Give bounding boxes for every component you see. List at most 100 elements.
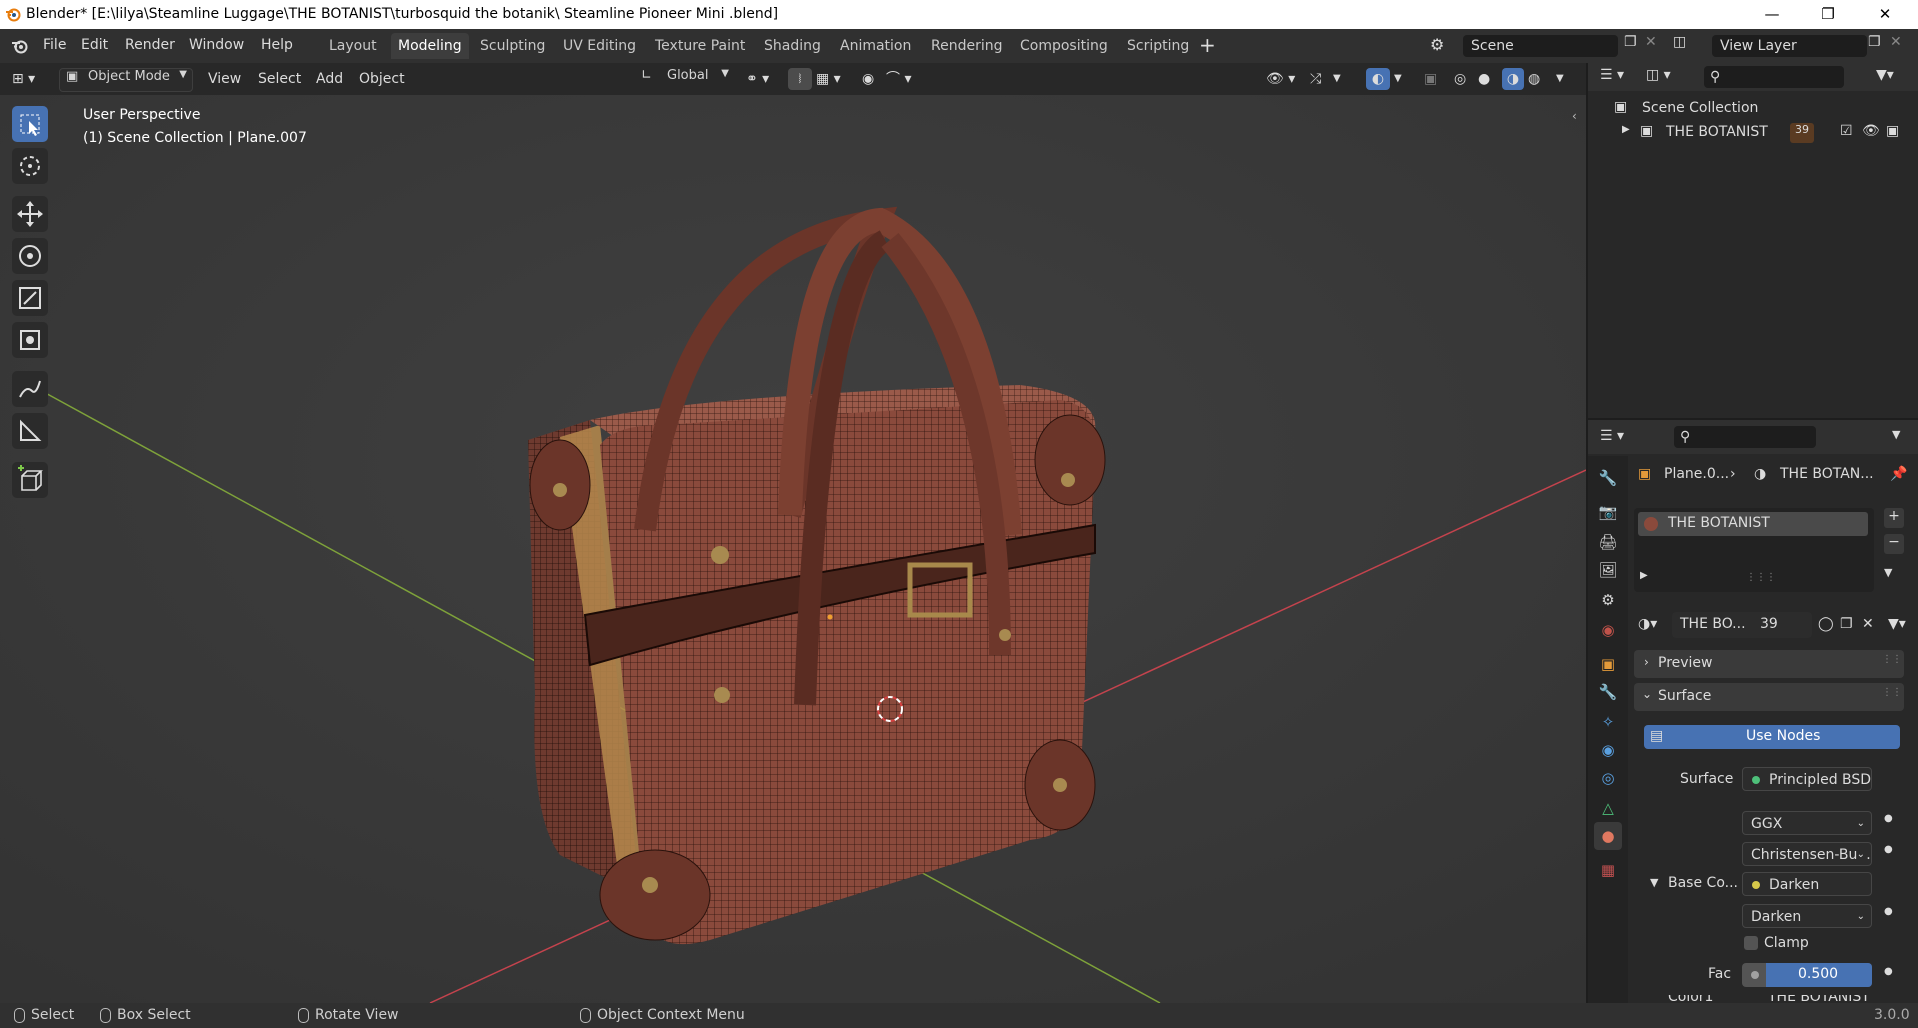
surface-panel-header[interactable]: ⌄ Surface ⋮⋮ [1634,683,1904,711]
mesh-count-badge[interactable]: 39 [1790,123,1814,143]
surface-shader-field[interactable]: Principled BSDF [1742,767,1872,791]
input-socket-icon[interactable]: ● [1884,966,1893,977]
falloff-icon[interactable]: ⌒ ▾ [886,68,911,90]
material-slot-item[interactable]: THE BOTANIST [1638,512,1868,536]
3d-viewport[interactable]: User Perspective (1) Scene Collection | … [0,95,1586,1003]
restore-icon[interactable]: ❐ [1805,0,1851,29]
rendered-shading-icon[interactable]: ◍ [1528,68,1540,90]
menu-add[interactable]: Add [316,68,343,90]
material-browse-icon[interactable]: ◑▾ [1638,616,1657,632]
drag-handle-icon[interactable]: ⋮⋮ [1882,654,1902,665]
subsurface-method-dropdown[interactable]: Christensen-Bu... ⌄ [1742,842,1872,866]
drag-handle-icon[interactable]: ⋮⋮ [1882,687,1902,698]
move-tool[interactable] [12,196,48,232]
menu-render[interactable]: Render [125,37,175,53]
render-tab-icon[interactable]: 📷 [1594,498,1622,526]
tab-uv-editing[interactable]: UV Editing [556,33,643,59]
proportional-edit-icon[interactable]: ◉ [862,68,874,90]
menu-object[interactable]: Object [359,68,405,90]
view-layer-icon[interactable]: ◫ [1673,34,1686,50]
scene-selector[interactable]: Scene [1463,35,1618,57]
blend-mode-dropdown[interactable]: Darken ⌄ [1742,904,1872,928]
outliner-editor-type-icon[interactable]: ☰ ▾ [1600,67,1624,83]
add-cube-tool[interactable] [12,462,48,498]
collapse-arrow-icon[interactable]: ▼ [1650,876,1658,889]
gizmo-icon[interactable]: ⤮ [1310,68,1321,90]
menu-help[interactable]: Help [261,37,293,53]
use-nodes-button[interactable]: ▤ Use Nodes [1644,725,1900,749]
resize-handle-icon[interactable]: ⋮⋮⋮ [1746,572,1776,583]
solid-shading-icon[interactable]: ● [1478,68,1490,90]
world-tab-icon[interactable]: ◉ [1594,616,1622,644]
input-socket-icon[interactable]: ● [1884,906,1893,917]
chevron-down-icon[interactable]: ▼ [1556,68,1564,90]
outliner-scene-collection[interactable]: Scene Collection [1642,100,1758,116]
breadcrumb-material[interactable]: THE BOTAN... [1780,466,1874,482]
delete-scene-icon[interactable]: ✕ [1645,34,1657,50]
input-socket-icon[interactable]: ● [1884,844,1893,855]
object-tab-icon[interactable]: ▣ [1594,650,1622,678]
mode-selector[interactable]: ▣ Object Mode ▼ [59,68,193,92]
constraints-tab-icon[interactable]: ◎ [1594,764,1622,792]
output-tab-icon[interactable]: 🖨 [1594,528,1622,556]
view-layer-selector[interactable]: View Layer [1712,35,1867,57]
tab-modeling[interactable]: Modeling [391,33,469,59]
close-icon[interactable]: ✕ [1862,0,1908,29]
material-tab-icon[interactable]: ● [1594,822,1622,850]
fac-slider[interactable]: 0.500 [1742,963,1872,987]
tab-texture-paint[interactable]: Texture Paint [648,33,752,59]
outliner-search-input[interactable]: ⚲ [1704,66,1844,88]
fake-user-icon[interactable]: ◯ [1818,616,1834,632]
tab-layout[interactable]: Layout [322,33,384,59]
rotate-tool[interactable] [12,238,48,274]
annotate-tool[interactable] [12,371,48,407]
properties-search-input[interactable]: ⚲ [1674,426,1816,448]
menu-view[interactable]: View [208,68,241,90]
blender-menu-icon[interactable] [11,38,29,54]
eye-icon[interactable]: 👁 [1862,123,1880,139]
cursor-tool[interactable] [12,148,48,184]
expand-arrow-icon[interactable]: ▶ [1622,124,1630,135]
add-slot-icon[interactable]: + [1884,508,1904,528]
base-color-input[interactable]: Darken [1742,872,1872,896]
breadcrumb-object[interactable]: Plane.0... [1664,466,1729,482]
tab-rendering[interactable]: Rendering [924,33,1010,59]
properties-editor-type-icon[interactable]: ☰ ▾ [1600,428,1624,444]
exclude-checkbox-icon[interactable]: ☑ [1840,123,1853,139]
new-view-layer-icon[interactable]: ❐ [1868,34,1881,50]
preview-panel-header[interactable]: › Preview ⋮⋮ [1634,650,1904,678]
visibility-icon[interactable]: 👁 ▾ [1266,68,1295,90]
tab-sculpting[interactable]: Sculpting [473,33,552,59]
menu-edit[interactable]: Edit [81,37,108,53]
material-shading-icon[interactable]: ◑ [1502,68,1524,90]
physics-tab-icon[interactable]: ◉ [1594,736,1622,764]
filter-icon[interactable]: ▼▾ [1876,67,1894,83]
expand-arrow-icon[interactable]: ▶ [1640,570,1648,581]
transform-tool[interactable] [12,322,48,358]
display-mode-icon[interactable]: ◫ ▾ [1646,67,1671,83]
minimize-icon[interactable]: — [1749,0,1795,29]
tab-compositing[interactable]: Compositing [1013,33,1115,59]
tab-scripting[interactable]: Scripting [1120,33,1196,59]
chevron-down-icon[interactable]: ▼ [1333,68,1341,90]
wireframe-shading-icon[interactable]: ◎ [1454,68,1466,90]
select-box-tool[interactable] [12,106,48,142]
chevron-down-icon[interactable]: ▼ [1394,68,1402,90]
sidebar-toggle-icon[interactable]: ‹ [1572,109,1577,123]
tab-shading[interactable]: Shading [757,33,828,59]
distribution-dropdown[interactable]: GGX ⌄ [1742,811,1872,835]
scene-tab-icon[interactable]: ⚙ [1594,586,1622,614]
remove-slot-icon[interactable]: − [1884,534,1904,554]
snap-icon[interactable]: ⧘ [788,68,812,90]
xray-icon[interactable]: ▣ [1424,68,1437,90]
overlays-icon[interactable]: ◐ [1366,68,1390,90]
measure-tool[interactable] [12,413,48,449]
chevron-down-icon[interactable]: ▼ [1884,566,1892,579]
duplicate-material-icon[interactable]: ❐ [1840,616,1853,632]
pin-icon[interactable]: 📌 [1890,466,1907,482]
menu-file[interactable]: File [43,37,66,53]
transform-orientation[interactable]: ∟ Global ▼ [637,68,733,90]
material-name-field[interactable]: THE BO... 39 [1672,612,1812,638]
tool-tab-icon[interactable]: 🔧 [1594,464,1622,492]
camera-icon[interactable]: ▣ [1886,123,1899,139]
